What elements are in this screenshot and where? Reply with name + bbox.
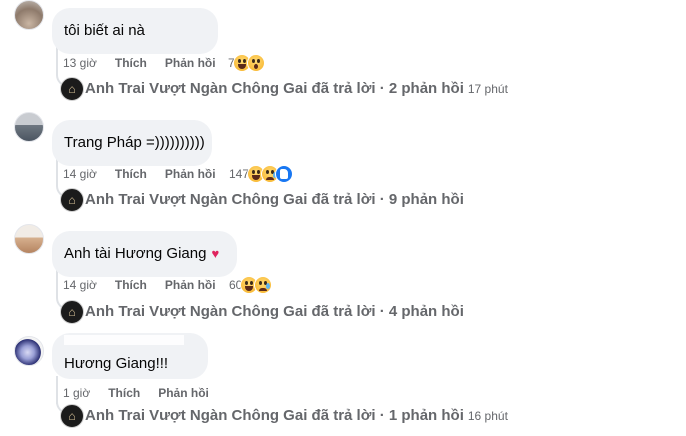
view-replies-text: Anh Trai Vượt Ngàn Chông Gai đã trả lời … [85, 191, 464, 208]
comment-actions: 14 giờ Thích Phản hồi [63, 166, 234, 182]
reaction-count: 147 [229, 167, 250, 181]
wow-reaction-icon [246, 54, 265, 72]
comment-text: Trang Pháp =)))))))))) [64, 134, 205, 151]
avatar[interactable] [14, 336, 44, 366]
view-replies-link[interactable]: Anh Trai Vượt Ngàn Chông Gai đã trả lời … [85, 190, 464, 210]
view-replies-text: Anh Trai Vượt Ngàn Chông Gai đã trả lời … [85, 80, 464, 97]
sad-reaction-icon [254, 276, 273, 294]
view-replies-text: Anh Trai Vượt Ngàn Chông Gai đã trả lời … [85, 303, 464, 320]
comment-text: Hương Giang!!! [64, 355, 169, 372]
comment-actions: 14 giờ Thích Phản hồi [63, 277, 234, 293]
page-avatar: ⌂ [60, 404, 84, 428]
view-replies-link[interactable]: Anh Trai Vượt Ngàn Chông Gai đã trả lời … [85, 406, 508, 426]
view-replies-text: Anh Trai Vượt Ngàn Chông Gai đã trả lời … [85, 407, 464, 424]
page-avatar: ⌂ [60, 188, 84, 212]
reactions-summary[interactable]: 7 [228, 54, 265, 72]
reply-time: 17 phút [467, 82, 508, 96]
comment-actions: 1 giờ Thích Phản hồi [63, 385, 227, 401]
reactions-summary[interactable]: 60 [229, 276, 273, 294]
comment-bubble: Trang Pháp =)))))))))) [52, 120, 212, 166]
reply-button[interactable]: Phản hồi [158, 385, 209, 401]
heart-arrow-icon: ♥ [211, 246, 220, 261]
comment-text: tôi biết ai nà [64, 22, 145, 39]
like-button[interactable]: Thích [115, 166, 147, 182]
view-replies-link[interactable]: Anh Trai Vượt Ngàn Chông Gai đã trả lời … [85, 79, 508, 99]
view-replies-link[interactable]: Anh Trai Vượt Ngàn Chông Gai đã trả lời … [85, 302, 464, 322]
reply-button[interactable]: Phản hồi [165, 55, 216, 71]
like-button[interactable]: Thích [115, 277, 147, 293]
reply-time: 16 phút [467, 409, 508, 423]
page-avatar: ⌂ [60, 77, 84, 101]
reply-button[interactable]: Phản hồi [165, 166, 216, 182]
like-button[interactable]: Thích [108, 385, 140, 401]
like-button[interactable]: Thích [115, 55, 147, 71]
avatar[interactable] [14, 0, 44, 30]
page-avatar: ⌂ [60, 300, 84, 324]
comment-actions: 13 giờ Thích Phản hồi [63, 55, 234, 71]
comment-bubble: Anh tài Hương Giang ♥ [52, 231, 237, 277]
redacted-text [64, 335, 184, 345]
avatar[interactable] [14, 224, 44, 254]
reply-button[interactable]: Phản hồi [165, 277, 216, 293]
comment-text: Anh tài Hương Giang [64, 245, 207, 262]
reactions-summary[interactable]: 147 [229, 165, 294, 183]
comment-bubble: Hương Giang!!! [52, 333, 208, 379]
avatar[interactable] [14, 112, 44, 142]
like-reaction-icon [275, 165, 294, 183]
comment-bubble: tôi biết ai nà [52, 8, 218, 54]
